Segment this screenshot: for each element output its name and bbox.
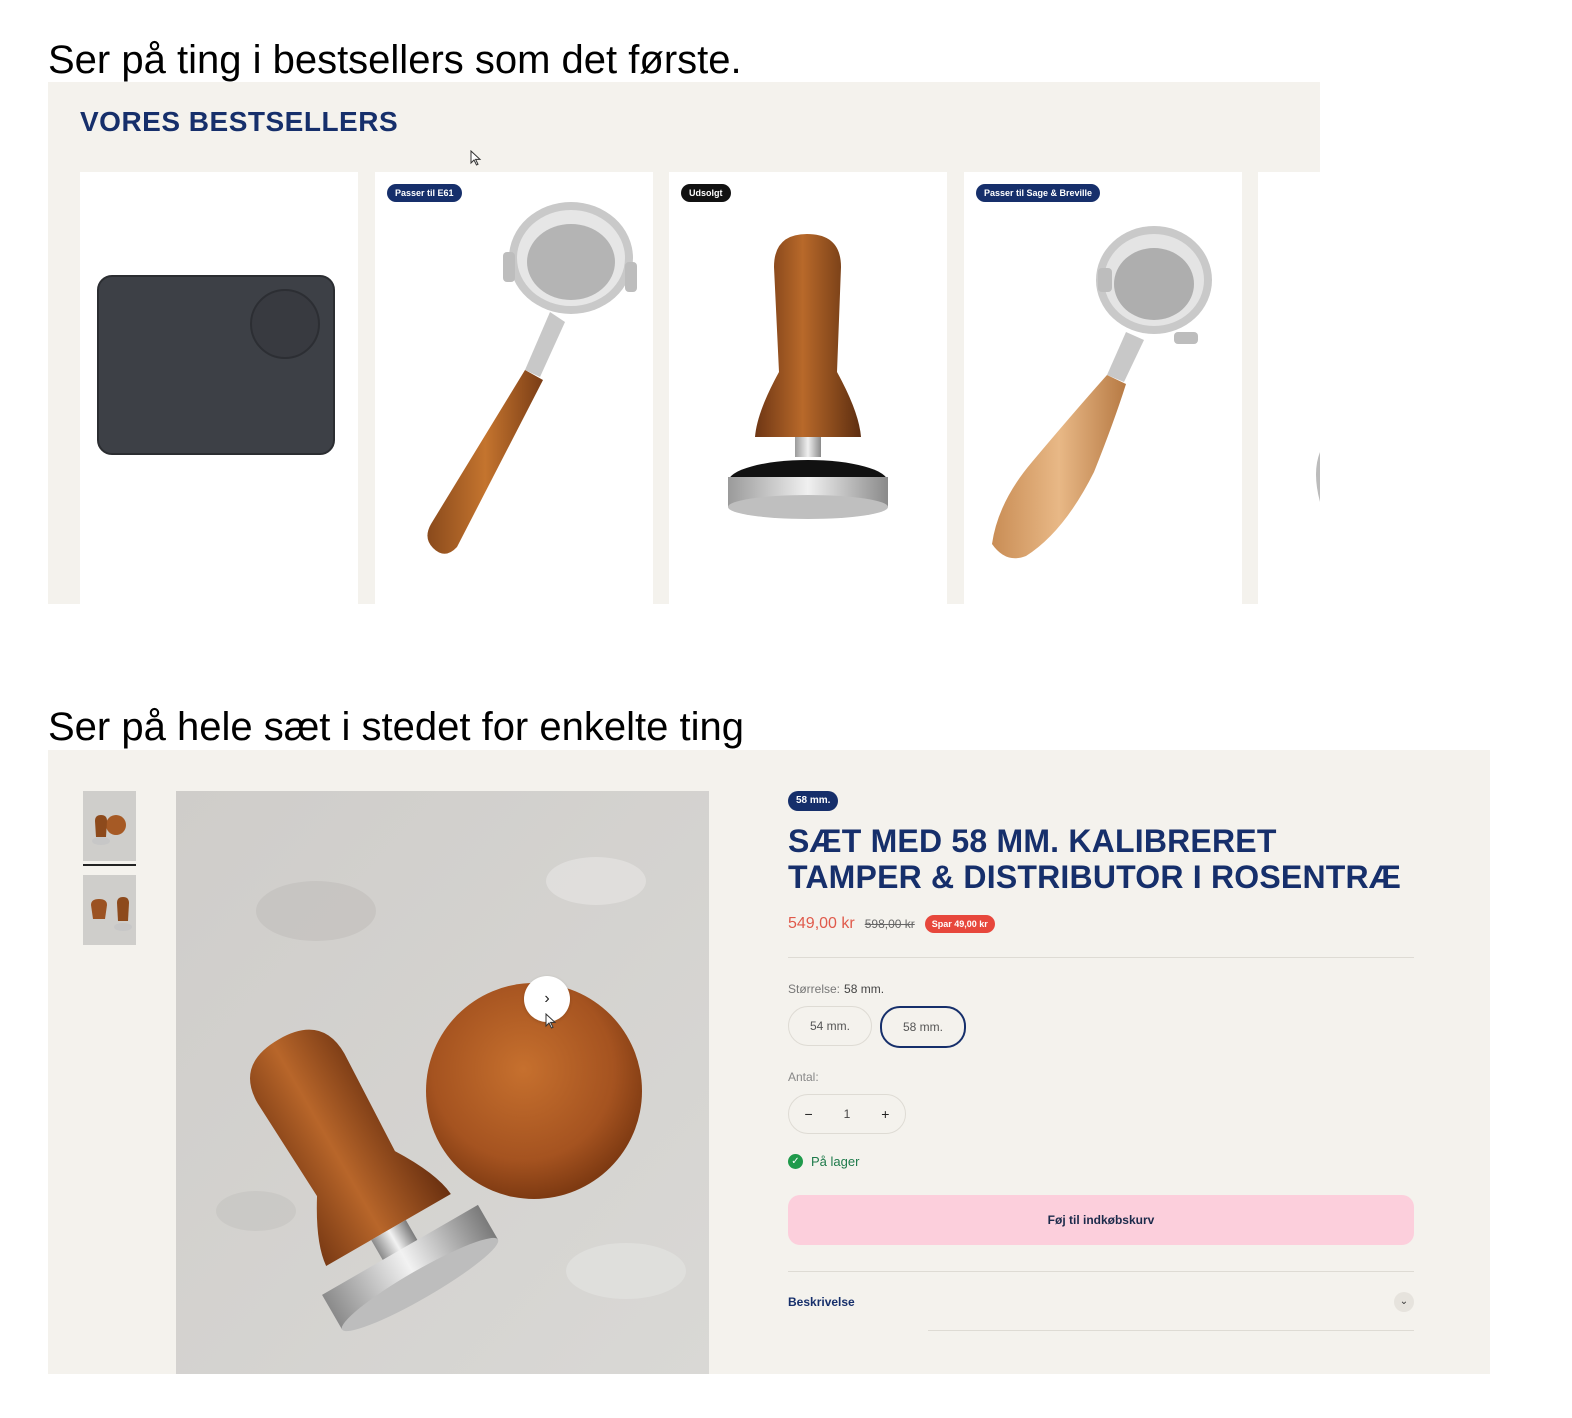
description-label: Beskrivelse: [788, 1295, 855, 1309]
size-option-58[interactable]: 58 mm.: [880, 1006, 966, 1048]
size-pill-badge: 58 mm.: [788, 791, 839, 811]
divider: [928, 1330, 1414, 1331]
caption-bestsellers: Ser på ting i bestsellers som det første…: [48, 38, 742, 82]
current-price: 549,00 kr: [788, 915, 855, 932]
product-title: SÆT MED 58 MM. KALIBRERET TAMPER & DISTR…: [788, 823, 1402, 895]
caption-product-set: Ser på hele sæt i stedet for enkelte tin…: [48, 705, 744, 749]
size-label-row: Størrelse: 58 mm.: [788, 982, 1414, 996]
size-label: Størrelse:: [788, 982, 841, 996]
quantity-value[interactable]: 1: [844, 1107, 851, 1121]
product-page-screenshot: › 58 mm. SÆT MED 58 MM. KALIBRERET TAMPE…: [48, 750, 1490, 1374]
size-option-54[interactable]: 54 mm.: [788, 1006, 872, 1046]
stock-label: På lager: [811, 1154, 860, 1169]
tamper-rosewood-image: [728, 234, 888, 519]
quantity-increase-button[interactable]: +: [881, 1106, 889, 1122]
tamper-distributor-photo: [176, 791, 709, 1374]
badge-passer-til-e61: Passer til E61: [387, 184, 462, 202]
bestsellers-screenshot: VORES BESTSELLERS Passer til E61 Udsolgt…: [48, 82, 1320, 604]
divider: [788, 1271, 1414, 1272]
partial-product-image: [1316, 452, 1320, 502]
product-card-portafilter-sage[interactable]: Passer til Sage & Breville: [964, 172, 1242, 604]
product-card-tamper-mat[interactable]: [80, 172, 358, 604]
mouse-cursor-icon: [545, 1013, 557, 1029]
quantity-label: Antal:: [788, 1070, 819, 1084]
thumbnail-2-image: [83, 875, 136, 945]
product-main-image[interactable]: [176, 791, 709, 1374]
size-options: 54 mm. 58 mm.: [788, 1006, 1414, 1048]
product-card-tamper-rosewood[interactable]: Udsolgt: [669, 172, 947, 604]
product-card-portafilter-e61[interactable]: Passer til E61: [375, 172, 653, 604]
badge-udsolgt: Udsolgt: [681, 184, 731, 202]
portafilter-beech-image: [992, 226, 1212, 559]
price-row: 549,00 kr 598,00 kr Spar 49,00 kr: [788, 915, 1414, 933]
check-icon: ✓: [788, 1154, 803, 1169]
add-to-cart-button[interactable]: Føj til indkøbskurv: [788, 1195, 1414, 1245]
save-badge: Spar 49,00 kr: [924, 915, 995, 933]
tamper-mat-image: [97, 275, 335, 455]
quantity-stepper: − 1 +: [788, 1094, 906, 1134]
description-accordion[interactable]: Beskrivelse ⌄: [788, 1292, 1414, 1312]
product-info: 58 mm. SÆT MED 58 MM. KALIBRERET TAMPER …: [788, 790, 1414, 1331]
quantity-decrease-button[interactable]: −: [804, 1106, 812, 1122]
thumbnail-1[interactable]: [83, 791, 136, 861]
old-price: 598,00 kr: [864, 917, 915, 931]
portafilter-rosewood-image: [427, 202, 637, 554]
thumbnail-1-image: [83, 791, 136, 861]
mouse-cursor-icon: [470, 150, 482, 166]
product-card-partial[interactable]: [1258, 172, 1320, 604]
badge-passer-til-sage-breville: Passer til Sage & Breville: [976, 184, 1101, 202]
thumbnail-2[interactable]: [83, 875, 136, 945]
chevron-down-icon[interactable]: ⌄: [1394, 1292, 1414, 1312]
stock-status: ✓ På lager: [788, 1154, 1414, 1169]
divider: [788, 957, 1414, 958]
thumbnail-active-indicator: [83, 864, 136, 866]
bestsellers-title: VORES BESTSELLERS: [80, 106, 399, 137]
size-selected-value: 58 mm.: [844, 982, 885, 996]
